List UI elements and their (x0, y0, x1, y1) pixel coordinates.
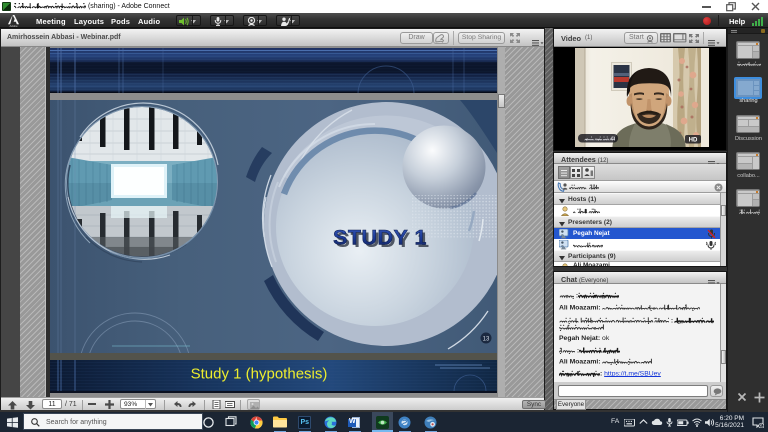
svg-text:STUDY 1: STUDY 1 (333, 226, 427, 250)
svg-text:Adobe: Adobe (9, 24, 18, 27)
svg-text:HD: HD (689, 138, 698, 144)
svg-text:Study 1 (hypothesis): Study 1 (hypothesis) (191, 366, 328, 383)
svg-text:13: 13 (483, 337, 490, 343)
